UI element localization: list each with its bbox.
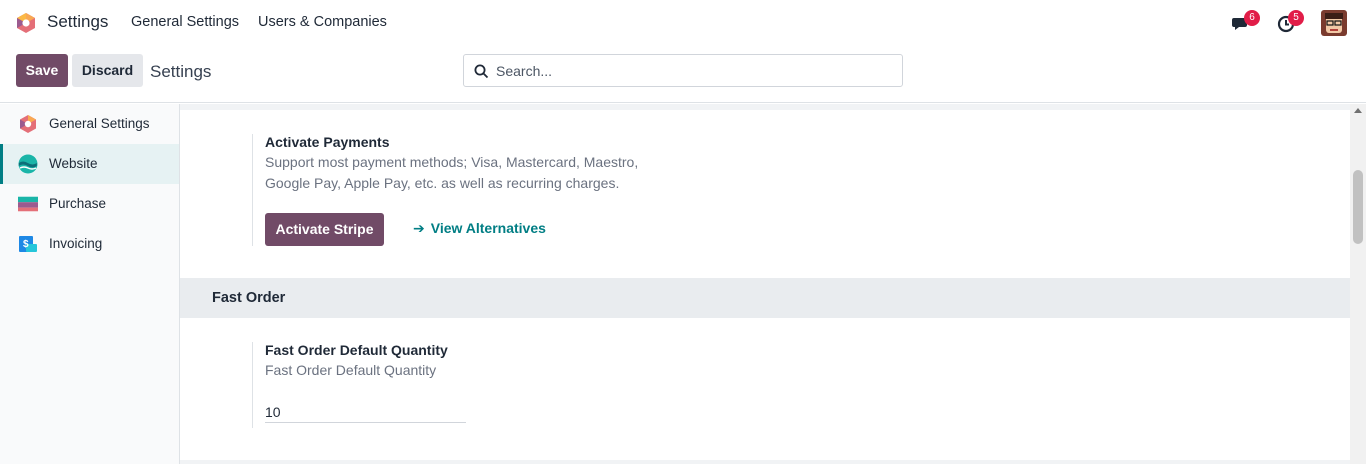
control-panel: Save Discard Settings <box>0 46 1366 103</box>
user-avatar[interactable] <box>1321 10 1347 36</box>
messages-badge: 6 <box>1244 10 1260 26</box>
search-input[interactable] <box>496 56 896 85</box>
setting-description-line: Google Pay, Apple Pay, etc. as well as r… <box>265 175 620 191</box>
svg-text:$: $ <box>23 239 29 250</box>
app-name[interactable]: Settings <box>47 12 108 32</box>
fast-order-quantity-input[interactable] <box>265 401 466 423</box>
purchase-icon <box>18 196 38 212</box>
setting-title: Fast Order Default Quantity <box>265 342 448 358</box>
sidebar-item-website[interactable]: Website <box>0 144 179 184</box>
website-icon <box>18 154 38 174</box>
activities-badge: 5 <box>1288 10 1304 26</box>
top-navbar: Settings General Settings Users & Compan… <box>0 0 1366 46</box>
sidebar-item-label: Invoicing <box>49 236 103 251</box>
setting-description: Fast Order Default Quantity <box>265 362 437 378</box>
sidebar-item-purchase[interactable]: Purchase <box>0 184 179 224</box>
section-title: Fast Order <box>212 290 286 306</box>
odoo-logo-icon[interactable] <box>15 12 37 34</box>
discard-button[interactable]: Discard <box>72 54 143 87</box>
view-alternatives-label: View Alternatives <box>430 220 546 236</box>
sidebar-item-general-settings[interactable]: General Settings <box>0 104 179 144</box>
sidebar-item-label: Purchase <box>49 196 107 211</box>
sidebar-item-label: Website <box>49 156 98 171</box>
search-icon <box>474 64 489 79</box>
setting-description-line: Support most payment methods; Visa, Mast… <box>265 154 639 170</box>
settings-content: Activate Payments Support most payment m… <box>180 104 1366 464</box>
setting-title: Activate Payments <box>265 134 390 150</box>
arrow-right-icon: ➔ <box>413 220 425 236</box>
save-button[interactable]: Save <box>16 54 68 87</box>
sidebar-item-label: General Settings <box>49 116 150 131</box>
menu-general-settings[interactable]: General Settings <box>131 14 239 30</box>
section-header-fast-order: Fast Order <box>180 278 1350 318</box>
invoicing-icon: $ <box>19 236 37 252</box>
odoo-logo-icon <box>20 115 36 133</box>
main-scrollbar[interactable] <box>1350 104 1366 464</box>
activate-stripe-button[interactable]: Activate Stripe <box>265 213 384 246</box>
sidebar-item-invoicing[interactable]: $ Invoicing <box>0 224 179 264</box>
settings-sidebar: General Settings Website Purchase $ Invo… <box>0 104 180 464</box>
settings-sheet: Activate Payments Support most payment m… <box>180 110 1350 460</box>
scroll-up-arrow[interactable] <box>1354 108 1362 113</box>
page-title: Settings <box>150 62 212 81</box>
search-box[interactable] <box>463 54 903 87</box>
setting-description: Support most payment methods; Visa, Mast… <box>265 152 712 194</box>
view-alternatives-link[interactable]: ➔ View Alternatives <box>413 220 546 237</box>
scrollbar-thumb[interactable] <box>1353 170 1363 244</box>
menu-users-companies[interactable]: Users & Companies <box>258 14 387 30</box>
